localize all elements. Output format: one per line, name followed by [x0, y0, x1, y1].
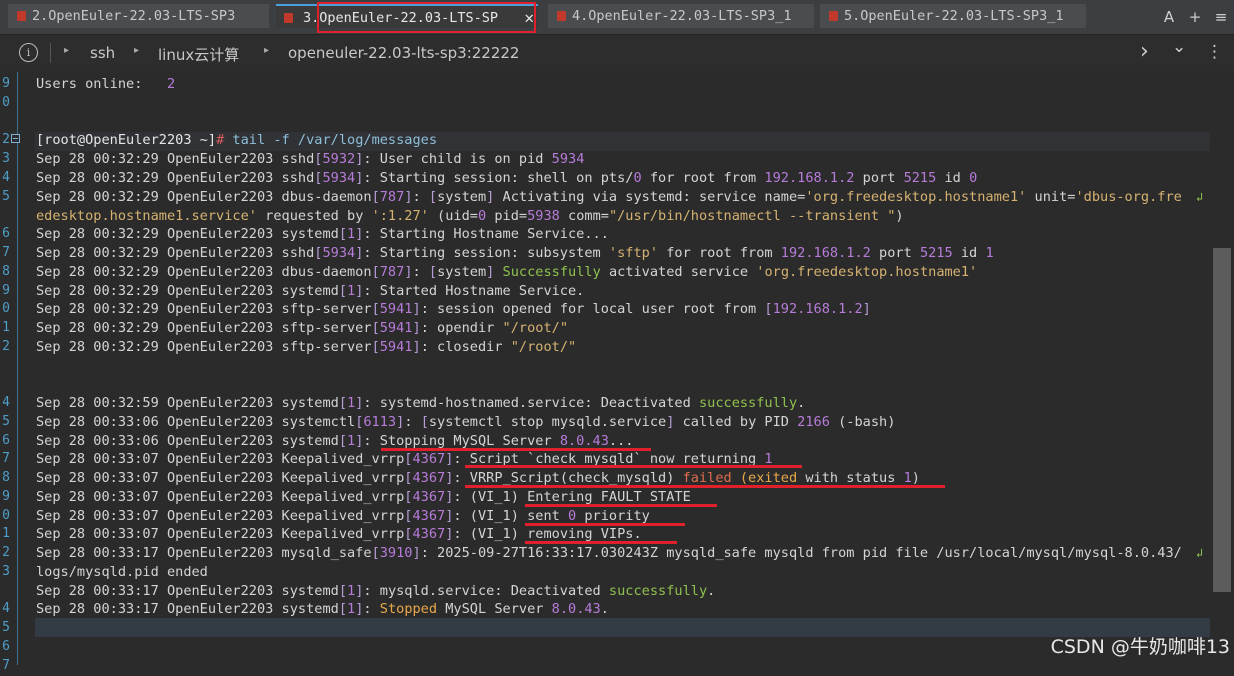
- log-line: Sep 28 00:32:29 OpenEuler2203 sftp-serve…: [36, 301, 871, 317]
- line-number: 0: [2, 301, 10, 316]
- line-number: 6: [2, 433, 10, 448]
- line-number: 6: [2, 639, 10, 654]
- caret-right-icon: ▸: [264, 45, 270, 56]
- log-line: Sep 28 00:33:17 OpenEuler2203 systemd[1]…: [36, 583, 716, 599]
- line-number: 8: [2, 264, 10, 279]
- line-number: 3: [2, 151, 10, 166]
- log-line: Sep 28 00:32:29 OpenEuler2203 sftp-serve…: [36, 339, 577, 355]
- wrap-icon: ↲: [1196, 190, 1204, 204]
- chevron-down-icon[interactable]: ⌄: [1172, 37, 1186, 57]
- more-icon[interactable]: ⋮: [1206, 42, 1223, 62]
- line-number: 1: [2, 526, 10, 541]
- line-number: 2: [2, 339, 10, 354]
- line-number: 7: [2, 451, 10, 466]
- log-line: Sep 28 00:32:29 OpenEuler2203 sshd[5932]…: [36, 151, 585, 167]
- terminal-prompt-line: [root@OpenEuler2203 ~]# tail -f /var/log…: [36, 132, 438, 148]
- line-number: 5: [2, 189, 10, 204]
- close-icon[interactable]: ✕: [524, 6, 534, 28]
- tab-label: 5.OpenEuler-22.03-LTS-SP3_1: [844, 8, 1064, 24]
- log-line: Sep 28 00:32:29 OpenEuler2203 sshd[5934]…: [36, 170, 978, 186]
- tab-session-4[interactable]: 4.OpenEuler-22.03-LTS-SP3_1: [548, 4, 814, 28]
- line-number: 9: [2, 489, 10, 504]
- watermark: CSDN @牛奶咖啡13: [1050, 636, 1230, 658]
- breadcrumb-item-ssh[interactable]: ssh: [90, 44, 115, 62]
- tab-label: 4.OpenEuler-22.03-LTS-SP3_1: [572, 8, 792, 24]
- annotation-underline: [465, 465, 802, 468]
- log-line: edesktop.hostname1.service' requested by…: [36, 208, 904, 224]
- scrollbar-thumb[interactable]: [1213, 248, 1231, 592]
- info-icon[interactable]: i: [19, 43, 38, 62]
- fold-icon[interactable]: [11, 134, 20, 143]
- line-number: 4: [2, 395, 10, 410]
- log-line: logs/mysqld.pid ended: [36, 564, 208, 580]
- line-number: 0: [2, 95, 10, 110]
- add-tab-icon[interactable]: +: [1182, 8, 1208, 26]
- tab-bar: 2.OpenEuler-22.03-LTS-SP3 3.OpenEuler-22…: [0, 0, 1234, 35]
- line-number: 8: [2, 470, 10, 485]
- log-line: Sep 28 00:32:59 OpenEuler2203 systemd[1]…: [36, 395, 806, 411]
- terminal-line: Users online: 2: [36, 76, 176, 92]
- line-number: 5: [2, 414, 10, 429]
- breadcrumb-item-group[interactable]: linux云计算: [158, 44, 239, 65]
- line-number: 7: [2, 658, 10, 673]
- wrap-icon: ↲: [1196, 546, 1204, 560]
- divider: [50, 43, 51, 63]
- annotation-underline: [381, 448, 651, 451]
- caret-right-icon: ▸: [64, 45, 70, 56]
- line-number: 5: [2, 620, 10, 635]
- log-line: Sep 28 00:33:17 OpenEuler2203 systemd[1]…: [36, 601, 609, 617]
- line-number: 6: [2, 226, 10, 241]
- menu-icon[interactable]: ≡: [1208, 8, 1234, 26]
- terminal-output[interactable]: Users online: 2 [root@OpenEuler2203 ~]# …: [0, 72, 1210, 665]
- log-line: Sep 28 00:32:29 OpenEuler2203 dbus-daemo…: [36, 264, 978, 280]
- breadcrumb-item-host[interactable]: openeuler-22.03-lts-sp3:22222: [288, 44, 519, 62]
- log-line: Sep 28 00:32:29 OpenEuler2203 systemd[1]…: [36, 283, 585, 299]
- tab-label: 2.OpenEuler-22.03-LTS-SP3: [32, 8, 236, 24]
- line-number: 4: [2, 601, 10, 616]
- tab-session-5[interactable]: 5.OpenEuler-22.03-LTS-SP3_1: [820, 4, 1086, 28]
- tab-session-3[interactable]: 3.OpenEuler-22.03-LTS-SP ✕: [276, 4, 538, 28]
- line-number: 7: [2, 245, 10, 260]
- line-numbers: 9 0 2 3 4 5 6 7 8 9 0 1 2 4 5 6 7 8 9 0 1 2 3 4 5 6 7: [0, 72, 12, 673]
- breadcrumb: i ▸ ssh ▸ linux云计算 ▸ openeuler-22.03-lts…: [0, 35, 1234, 71]
- annotation-underline: [525, 504, 717, 507]
- annotation-underline: [465, 485, 945, 488]
- line-number: 0: [2, 508, 10, 523]
- line-number: 9: [2, 283, 10, 298]
- log-line: Sep 28 00:32:29 OpenEuler2203 sshd[5934]…: [36, 245, 994, 261]
- annotation-underline: [525, 541, 677, 544]
- annotation-underline: [525, 523, 685, 526]
- session-status-icon: [557, 11, 566, 21]
- line-number: 3: [2, 564, 10, 579]
- log-line: Sep 28 00:33:06 OpenEuler2203 systemctl[…: [36, 414, 896, 430]
- scrollbar[interactable]: [1210, 72, 1234, 665]
- session-status-icon: [284, 13, 293, 23]
- line-number: 1: [2, 320, 10, 335]
- chevron-right-icon[interactable]: ›: [1140, 39, 1149, 64]
- line-number: 9: [2, 76, 10, 91]
- line-number: 2: [2, 132, 10, 147]
- tab-session-2[interactable]: 2.OpenEuler-22.03-LTS-SP3: [8, 4, 269, 28]
- line-number: 4: [2, 170, 10, 185]
- font-icon[interactable]: A: [1156, 8, 1182, 26]
- log-line: Sep 28 00:33:17 OpenEuler2203 mysqld_saf…: [36, 545, 1182, 561]
- tab-label: 3.OpenEuler-22.03-LTS-SP: [303, 10, 499, 26]
- session-status-icon: [829, 11, 838, 21]
- session-status-icon: [17, 11, 26, 21]
- log-line: Sep 28 00:32:29 OpenEuler2203 systemd[1]…: [36, 226, 609, 242]
- caret-right-icon: ▸: [134, 45, 140, 56]
- log-line: Sep 28 00:32:29 OpenEuler2203 dbus-daemo…: [36, 189, 1182, 205]
- cursor-line: [35, 618, 1210, 637]
- line-number: 2: [2, 545, 10, 560]
- log-line: Sep 28 00:32:29 OpenEuler2203 sftp-serve…: [36, 320, 569, 336]
